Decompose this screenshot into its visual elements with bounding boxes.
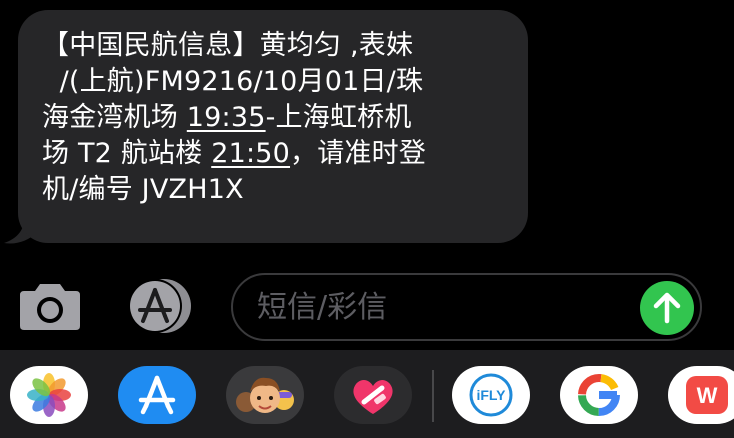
arrival-time-link[interactable]: 21:50 [211,138,290,169]
drawer-divider [432,370,434,422]
memoji-app[interactable] [226,366,304,424]
message-line-1: 【中国民航信息】黄均匀 ,表妹 [42,30,414,61]
message-input-placeholder: 短信/彩信 [257,290,388,325]
photos-icon [27,373,71,417]
message-terminal: 场 T2 航站楼 [42,138,212,169]
google-app[interactable] [560,366,638,424]
message-departure-airport: 海金湾机场 [42,102,187,133]
app-store-app[interactable] [118,366,196,424]
app-store-icon [138,375,176,415]
arrow-up-icon [653,292,681,324]
ifly-label: iFLY [476,387,506,403]
message-arrival-airport-part: -上海虹桥机 [265,102,412,133]
composer-row: 短信/彩信 [0,270,734,346]
heart-icon [353,380,393,414]
message-line-3: 海金湾机场 19:35-上海虹桥机 [42,100,508,136]
ifly-app[interactable]: iFLY [452,366,530,424]
digital-touch-app[interactable] [334,366,412,424]
message-line-2: /(上航)FM9216/10月01日/珠 [42,66,424,97]
camera-button[interactable] [18,280,82,332]
app-drawer: iFLY W [0,350,734,438]
apps-button[interactable] [124,278,194,334]
wps-label: W [697,383,718,408]
departure-time-link[interactable]: 19:35 [187,102,266,133]
camera-icon [20,284,80,330]
send-button[interactable] [640,281,694,335]
memoji-icon [236,377,294,413]
message-line-5: 机/编号 JVZH1X [42,174,244,205]
ifly-icon: iFLY [469,373,513,417]
message-boarding-note: ，请准时登 [290,138,427,169]
message-bubble[interactable]: 【中国民航信息】黄均匀 ,表妹 /(上航)FM9216/10月01日/珠 海金湾… [18,10,528,243]
wps-app[interactable]: W [668,366,734,424]
message-line-4: 场 T2 航站楼 21:50，请准时登 [42,136,508,172]
app-store-icon [128,279,191,333]
messages-screen: 【中国民航信息】黄均匀 ,表妹 /(上航)FM9216/10月01日/珠 海金湾… [0,0,734,438]
message-input[interactable]: 短信/彩信 [231,273,702,341]
message-text: 【中国民航信息】黄均匀 ,表妹 /(上航)FM9216/10月01日/珠 海金湾… [42,28,508,208]
photos-app[interactable] [10,366,88,424]
google-icon [578,374,620,416]
wps-icon: W [686,376,728,414]
